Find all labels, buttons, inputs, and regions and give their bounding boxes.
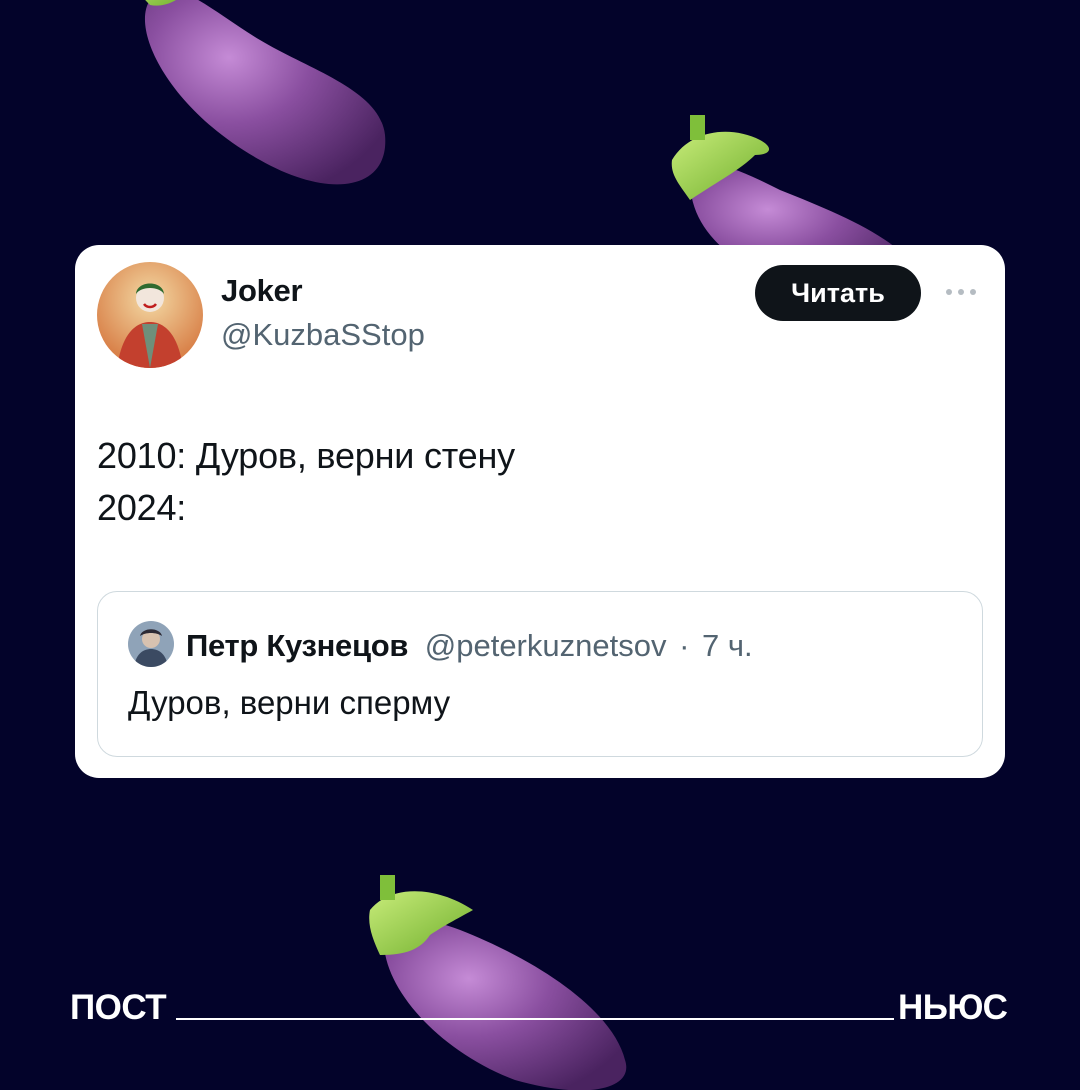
eggplant-icon [369, 875, 627, 1090]
quote-author-handle[interactable]: @peterkuznetsov [425, 628, 667, 663]
author-handle[interactable]: @KuzbaSStop [221, 317, 425, 353]
author-avatar[interactable] [97, 262, 203, 368]
more-icon [946, 289, 976, 295]
avatar-joker-icon [97, 262, 203, 368]
post-card[interactable]: Joker @KuzbaSStop Читать 2010: Дуров, ве… [75, 245, 1005, 778]
avatar-quote-icon [128, 621, 174, 667]
author-name[interactable]: Joker [221, 273, 303, 309]
post-text: 2010: Дуров, верни стену 2024: [97, 430, 515, 534]
eggplant-icon [145, 0, 386, 185]
brand-logo-left: ПОСТ [70, 988, 167, 1027]
footer-divider [176, 1018, 894, 1020]
quoted-post[interactable]: Петр Кузнецов @peterkuznetsov · 7 ч. Дур… [97, 591, 983, 757]
brand-logo-right: НЬЮС [898, 988, 1008, 1027]
more-button[interactable] [941, 279, 981, 305]
quote-text: Дуров, верни сперму [128, 684, 451, 721]
quote-header: Петр Кузнецов @peterkuznetsov · 7 ч. [186, 628, 753, 664]
quote-author-avatar[interactable] [128, 621, 174, 667]
separator-dot: · [679, 628, 690, 663]
follow-button[interactable]: Читать [755, 265, 921, 321]
post-text-line: 2024: [97, 487, 187, 528]
post-text-line: 2010: Дуров, верни стену [97, 435, 515, 476]
quote-timestamp[interactable]: 7 ч. [702, 628, 753, 663]
quote-author-name[interactable]: Петр Кузнецов [186, 628, 408, 663]
